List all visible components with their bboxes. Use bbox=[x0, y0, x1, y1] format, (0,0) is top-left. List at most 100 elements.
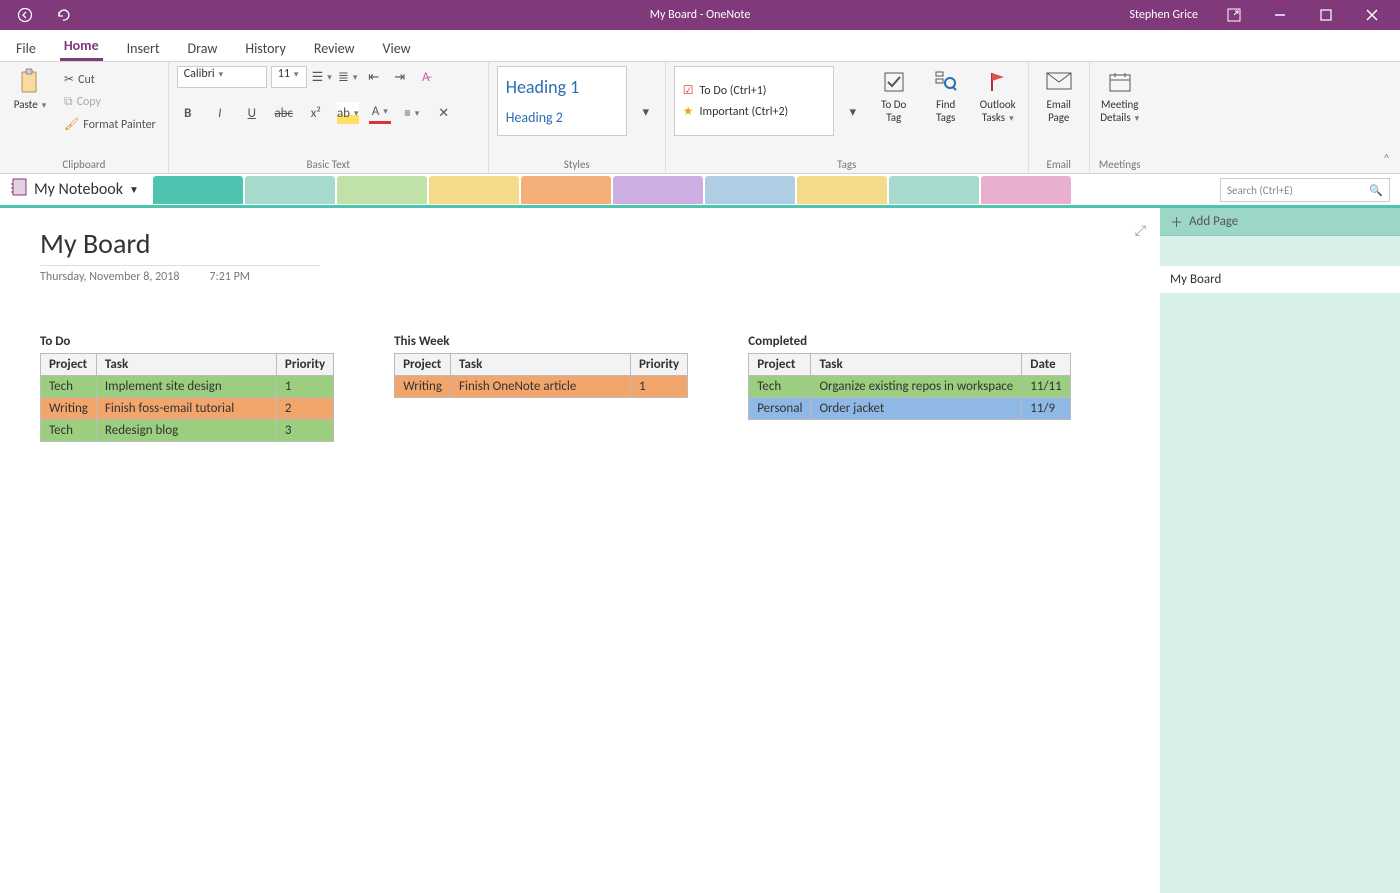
notebook-dropdown[interactable]: My Notebook ▼ bbox=[0, 177, 149, 202]
add-page-button[interactable]: ＋ Add Page bbox=[1160, 208, 1400, 236]
outdent-icon[interactable]: ⇤ bbox=[363, 66, 385, 88]
section-tab[interactable] bbox=[889, 176, 979, 204]
expand-icon[interactable]: ⤢ bbox=[1135, 222, 1146, 239]
board-done: Completed ProjectTaskDateTechOrganize ex… bbox=[748, 334, 1070, 442]
font-color-button[interactable]: A bbox=[369, 102, 391, 124]
table-week[interactable]: ProjectTaskPriorityWritingFinish OneNote… bbox=[394, 353, 688, 398]
table-cell: 1 bbox=[631, 376, 688, 398]
table-row[interactable]: TechRedesign blog3 bbox=[41, 420, 334, 442]
tag-important[interactable]: ★ Important (Ctrl+2) bbox=[683, 104, 825, 119]
envelope-icon bbox=[1045, 68, 1073, 96]
tab-file[interactable]: File bbox=[12, 34, 40, 61]
section-tab[interactable] bbox=[981, 176, 1071, 204]
undo-icon[interactable] bbox=[50, 2, 76, 28]
bullets-icon[interactable]: ☰ bbox=[311, 66, 333, 88]
meeting-details-button[interactable]: Meeting Details bbox=[1098, 66, 1142, 126]
search-icon: 🔍 bbox=[1369, 184, 1383, 197]
board-title-week: This Week bbox=[394, 334, 688, 353]
copy-button[interactable]: ⧉Copy bbox=[60, 93, 160, 111]
collapse-ribbon-icon[interactable]: ˄ bbox=[1383, 152, 1390, 167]
format-painter-button[interactable]: 🖌Format Painter bbox=[60, 115, 160, 134]
table-cell: 11/11 bbox=[1022, 376, 1070, 398]
tag-important-label: Important (Ctrl+2) bbox=[700, 105, 789, 119]
star-icon: ★ bbox=[683, 104, 694, 119]
maximize-icon[interactable] bbox=[1306, 0, 1346, 30]
section-tabs[interactable] bbox=[153, 176, 1073, 204]
cut-button[interactable]: ✂Cut bbox=[60, 70, 160, 89]
ribbon-tabs: File Home Insert Draw History Review Vie… bbox=[0, 30, 1400, 62]
styles-gallery[interactable]: Heading 1 Heading 2 bbox=[497, 66, 627, 136]
page-pane: ＋ Add Page My Board bbox=[1160, 208, 1400, 893]
table-header: Task bbox=[96, 354, 276, 376]
section-tab[interactable] bbox=[521, 176, 611, 204]
section-tab[interactable] bbox=[245, 176, 335, 204]
section-tab[interactable] bbox=[337, 176, 427, 204]
email-page-button[interactable]: Email Page bbox=[1037, 66, 1081, 126]
align-button[interactable]: ≡ bbox=[401, 102, 423, 124]
clear-format-icon[interactable]: A̶ bbox=[415, 66, 437, 88]
table-row[interactable]: TechOrganize existing repos in workspace… bbox=[749, 376, 1070, 398]
group-label-tags: Tags bbox=[674, 158, 1020, 171]
font-family-select[interactable]: Calibri bbox=[177, 66, 267, 88]
user-name[interactable]: Stephen Grice bbox=[1129, 8, 1198, 22]
table-row[interactable]: WritingFinish foss-email tutorial2 bbox=[41, 398, 334, 420]
tags-expand-icon[interactable]: ▾ bbox=[842, 101, 864, 123]
close-icon[interactable] bbox=[1352, 0, 1392, 30]
page-title[interactable]: My Board bbox=[40, 226, 320, 266]
tab-history[interactable]: History bbox=[241, 34, 289, 61]
delete-button[interactable]: ✕ bbox=[433, 102, 455, 124]
table-row[interactable]: PersonalOrder jacket11/9 bbox=[749, 398, 1070, 420]
notebook-name: My Notebook bbox=[34, 180, 123, 199]
section-tab[interactable] bbox=[429, 176, 519, 204]
numbering-icon[interactable]: ≣ bbox=[337, 66, 359, 88]
highlight-button[interactable]: ab bbox=[337, 102, 359, 124]
tag-todo[interactable]: ☑To Do (Ctrl+1) bbox=[683, 83, 825, 98]
flag-icon bbox=[984, 68, 1012, 96]
section-tab[interactable] bbox=[153, 176, 243, 204]
tag-todo-label: To Do (Ctrl+1) bbox=[700, 84, 767, 98]
style-heading2[interactable]: Heading 2 bbox=[506, 109, 618, 126]
search-placeholder: Search (Ctrl+E) bbox=[1227, 184, 1293, 197]
page-canvas[interactable]: ⤢ My Board Thursday, November 8, 2018 7:… bbox=[0, 208, 1160, 893]
paste-button[interactable]: Paste bbox=[8, 66, 52, 113]
strike-button[interactable]: abc bbox=[273, 102, 295, 124]
indent-icon[interactable]: ⇥ bbox=[389, 66, 411, 88]
table-todo[interactable]: ProjectTaskPriorityTechImplement site de… bbox=[40, 353, 334, 442]
tab-view[interactable]: View bbox=[379, 34, 415, 61]
style-heading1[interactable]: Heading 1 bbox=[506, 76, 618, 98]
todo-tag-button[interactable]: To Do Tag bbox=[872, 66, 916, 126]
copy-label: Copy bbox=[77, 95, 101, 109]
tab-insert[interactable]: Insert bbox=[123, 34, 164, 61]
tab-draw[interactable]: Draw bbox=[184, 34, 222, 61]
find-tags-label: Find Tags bbox=[926, 98, 966, 124]
bold-button[interactable]: B bbox=[177, 102, 199, 124]
italic-button[interactable]: I bbox=[209, 102, 231, 124]
section-tab[interactable] bbox=[613, 176, 703, 204]
checkbox-icon bbox=[880, 68, 908, 96]
minimize-icon[interactable] bbox=[1260, 0, 1300, 30]
add-page-label: Add Page bbox=[1189, 214, 1238, 229]
styles-expand-icon[interactable]: ▾ bbox=[635, 101, 657, 123]
tags-gallery[interactable]: ☑To Do (Ctrl+1) ★ Important (Ctrl+2) bbox=[674, 66, 834, 136]
section-tab[interactable] bbox=[705, 176, 795, 204]
ribbon-display-icon[interactable] bbox=[1214, 0, 1254, 30]
table-header: Task bbox=[811, 354, 1022, 376]
tab-home[interactable]: Home bbox=[60, 31, 103, 61]
table-completed[interactable]: ProjectTaskDateTechOrganize existing rep… bbox=[748, 353, 1070, 420]
search-input[interactable]: Search (Ctrl+E) 🔍 bbox=[1220, 178, 1390, 202]
table-cell: Writing bbox=[41, 398, 97, 420]
tab-review[interactable]: Review bbox=[310, 34, 359, 61]
superscript-button[interactable]: x² bbox=[305, 102, 327, 124]
brush-icon: 🖌 bbox=[64, 117, 79, 132]
table-cell: Redesign blog bbox=[96, 420, 276, 442]
table-row[interactable]: WritingFinish OneNote article1 bbox=[395, 376, 688, 398]
underline-button[interactable]: U bbox=[241, 102, 263, 124]
find-tags-button[interactable]: Find Tags bbox=[924, 66, 968, 126]
outlook-tasks-button[interactable]: Outlook Tasks bbox=[976, 66, 1020, 126]
font-size-select[interactable]: 11 bbox=[271, 66, 307, 88]
outlook-tasks-label: Outlook Tasks bbox=[978, 98, 1018, 124]
table-row[interactable]: TechImplement site design1 bbox=[41, 376, 334, 398]
page-list-item[interactable]: My Board bbox=[1160, 266, 1400, 293]
section-tab[interactable] bbox=[797, 176, 887, 204]
back-icon[interactable] bbox=[12, 2, 38, 28]
